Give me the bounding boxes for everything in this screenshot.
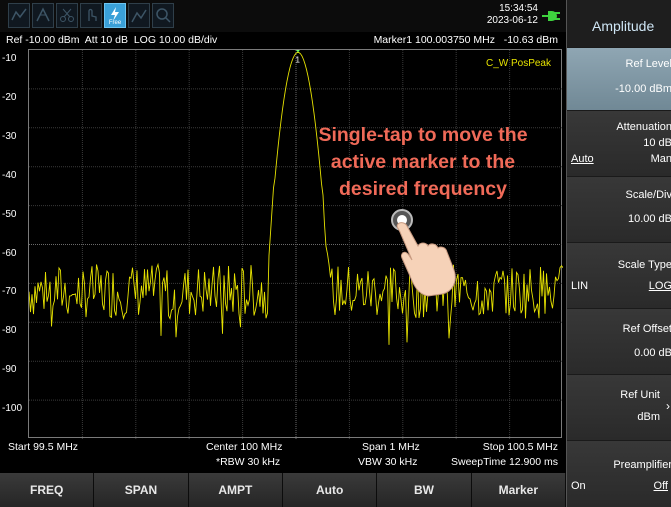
rbw: *RBW 30 kHz [216,456,281,468]
scale-type-log-option[interactable]: LOG [649,280,671,292]
y-axis-label: -50 [2,208,17,220]
y-axis-label: -70 [2,286,17,298]
softkey-marker[interactable]: Marker [471,473,566,507]
graph-icon[interactable] [128,3,150,28]
clock-time: 15:34:54 [499,3,538,14]
y-axis-label: -90 [2,364,17,376]
scale-type-label: Scale Type [617,259,671,271]
annotation-line-1: Single-tap to move the [318,124,528,146]
toolbar: Free 15:34:54 2023-06-12 [0,0,566,32]
menu-item-preamplifier[interactable]: Preamplifier On Off [567,440,671,507]
scale-div-value: 10.00 dB [627,213,671,225]
scale-div-label: Scale/Div [625,189,671,201]
annotation-line-3: desired frequency [339,178,507,200]
free-mode-icon[interactable]: Free [104,3,126,28]
menu-title: Amplitude [567,0,671,47]
attenuation-auto-option[interactable]: Auto [571,153,594,165]
span: Span 1 MHz [362,441,420,453]
zoom-icon[interactable] [152,3,174,28]
ref-unit-label: Ref Unit [620,389,660,401]
ref-unit-value: dBm [637,411,660,423]
sweep-time: SweepTime 12.900 ms [451,456,558,468]
cut-icon[interactable] [56,3,78,28]
ref-offset-value: 0.00 dB [634,347,671,359]
menu-item-ref-unit[interactable]: Ref Unit dBm › [567,374,671,440]
vbw: VBW 30 kHz [358,456,418,468]
ref-level-label: Ref Level [625,58,671,70]
ref-offset-label: Ref Offset [622,323,671,335]
preamplifier-off-option[interactable]: Off [654,480,668,492]
marker-readout: Marker1 100.003750 MHz -10.63 dBm [373,34,558,46]
y-axis-label: -10 [2,53,17,64]
amplitude-menu: Amplitude Ref Level -10.00 dBm Attenuati… [566,0,671,507]
stop-frequency: Stop 100.5 MHz [482,441,558,453]
submenu-arrow-icon: › [666,399,670,413]
menu-item-ref-level[interactable]: Ref Level -10.00 dBm [567,47,671,113]
spectrum-graph[interactable]: 1 [29,50,563,439]
clock-date: 2023-06-12 [486,15,538,26]
power-plug-icon [542,11,560,21]
softkey-freq[interactable]: FREQ [0,473,95,507]
attenuation-man-option[interactable]: Man [651,153,671,165]
softkey-span[interactable]: SPAN [94,473,189,507]
marker-number: 1 [296,55,301,64]
menu-item-ref-offset[interactable]: Ref Offset 0.00 dB [567,308,671,374]
measurement-info: Ref -10.00 dBm Att 10 dB LOG 10.00 dB/di… [0,33,566,47]
y-axis-label: -100 [2,403,23,415]
y-axis-label: -40 [2,169,17,181]
y-axis-label: -30 [2,130,17,142]
instruction-annotation: Single-tap to move the active marker to … [285,122,561,203]
menu-item-attenuation[interactable]: Attenuation 10 dB Auto Man [567,110,671,176]
menu-item-scale-type[interactable]: Scale Type LIN LOG [567,242,671,308]
preamplifier-on-option[interactable]: On [571,480,586,492]
softkey-auto[interactable]: Auto [282,473,378,507]
clock: 15:34:54 2023-06-12 [487,3,538,27]
softkey-ampt[interactable]: AMPT [188,473,283,507]
y-axis-label: -80 [2,325,17,337]
reference-info: Ref -10.00 dBm Att 10 dB LOG 10.00 dB/di… [6,34,218,46]
free-label: Free [108,20,122,26]
menu-item-scale-div[interactable]: Scale/Div 10.00 dB [567,176,671,242]
start-frequency: Start 99.5 MHz [8,441,79,453]
annotation-line-2: active marker to the [330,151,516,173]
trace-mode-label: C_W PosPeak [485,58,551,69]
tap-hand-icon [391,209,456,297]
attenuation-label: Attenuation [616,121,671,133]
y-axis-label: -20 [2,91,17,103]
scale-type-lin-option[interactable]: LIN [571,280,588,292]
y-axis-label: -60 [2,247,17,259]
softkey-bw[interactable]: BW [377,473,472,507]
attenuation-value: 10 dB [643,137,671,149]
touch-icon[interactable] [80,3,102,28]
measure-icon[interactable] [8,3,30,28]
peak-search-icon[interactable] [32,3,54,28]
center-frequency: Center 100 MHz [206,441,283,453]
softkey-bar: FREQ SPAN AMPT Auto BW Marker [0,473,566,507]
spectrum-plot[interactable]: 1 C_W PosPeak [28,49,563,439]
preamplifier-label: Preamplifier [613,459,671,471]
ref-level-value: -10.00 dBm [615,83,671,95]
